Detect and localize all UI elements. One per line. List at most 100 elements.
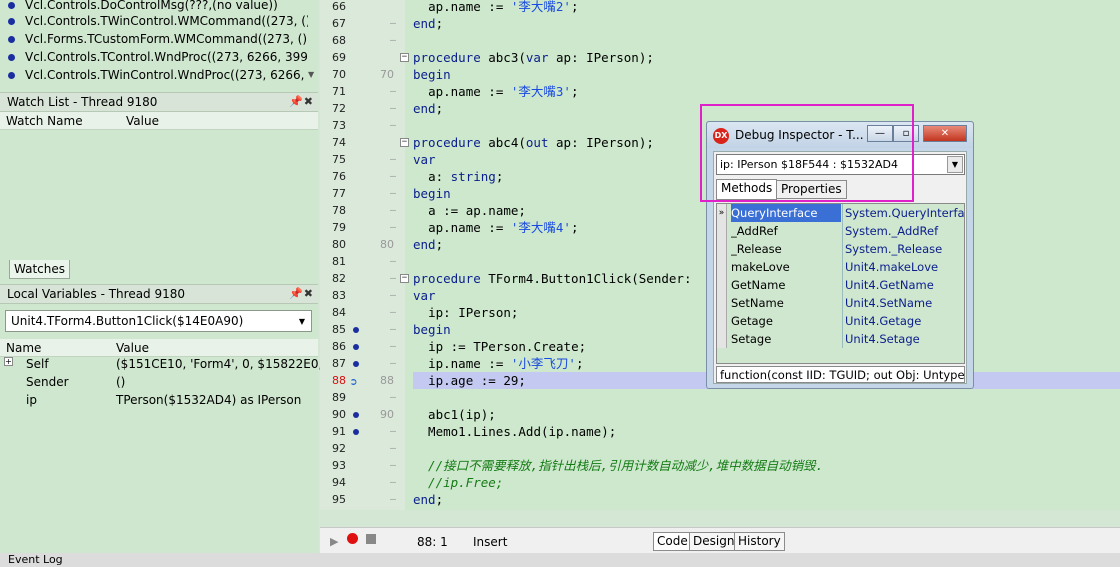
method-value: System._AddRef — [842, 222, 964, 240]
code-line[interactable]: 68 – — [320, 32, 1120, 49]
method-row[interactable]: _Release System._Release — [717, 240, 964, 258]
tab-watches[interactable]: Watches — [9, 260, 70, 279]
gutter-dash: – — [390, 188, 397, 199]
pin-close-icon[interactable]: 📌✖ — [289, 95, 314, 108]
fold-icon[interactable]: − — [400, 274, 409, 283]
stack-frame-icon — [8, 72, 15, 79]
chevron-down-icon[interactable]: ▼ — [947, 156, 963, 173]
tab-design[interactable]: Design — [689, 532, 739, 551]
gutter-dash: – — [390, 426, 397, 437]
code-text: var — [413, 288, 436, 303]
methods-grid[interactable]: » QueryInterface System.QueryInterface _Add… — [716, 203, 965, 364]
code-line[interactable]: 94 – //ip.Free; — [320, 474, 1120, 491]
code-text: var — [413, 152, 436, 167]
expression-select[interactable]: ip: IPerson $18F544 : $1532AD4 ▼ — [716, 154, 965, 175]
method-row[interactable]: Getage Unit4.Getage — [717, 312, 964, 330]
call-stack-item[interactable]: Vcl.Controls.TWinControl.WMCommand((273,… — [0, 11, 308, 31]
scroll-down-icon[interactable]: ▼ — [308, 70, 314, 79]
code-text: ap.name := '李大嘴2'; — [428, 0, 579, 14]
fold-icon[interactable]: − — [400, 53, 409, 62]
pin-close-icon[interactable]: 📌✖ — [289, 287, 314, 300]
line-number: 81 — [332, 255, 346, 268]
close-button[interactable]: ✕ — [923, 125, 967, 142]
method-row[interactable]: makeLove Unit4.makeLove — [717, 258, 964, 276]
method-value: System._Release — [842, 240, 964, 258]
maximize-button[interactable]: ▫ — [893, 125, 919, 142]
debug-inspector-window[interactable]: DX Debug Inspector - T... — ▫ ✕ ip: IPer… — [706, 121, 974, 389]
local-vars-frame-select[interactable]: Unit4.TForm4.Button1Click($14E0A90) ▼ — [5, 310, 312, 332]
col-name[interactable]: Name — [6, 341, 41, 355]
code-text: abc1(ip); — [413, 407, 496, 422]
method-value: Unit4.GetName — [842, 276, 964, 294]
method-row[interactable]: Setage Unit4.Setage — [717, 330, 964, 348]
stop-icon[interactable] — [366, 534, 376, 544]
row-indicator-icon — [717, 294, 727, 312]
gutter-dash: – — [390, 307, 397, 318]
breakpoint-dot-icon[interactable] — [353, 361, 359, 367]
tab-properties[interactable]: Properties — [776, 180, 847, 199]
code-line[interactable]: 67 – end; — [320, 15, 1120, 32]
code-line[interactable]: 66 ap.name := '李大嘴2'; — [320, 0, 1120, 15]
debug-inspector-titlebar[interactable]: DX Debug Inspector - T... — ▫ ✕ — [707, 122, 973, 148]
line-number: 93 — [332, 459, 346, 472]
col-value[interactable]: Value — [116, 341, 149, 355]
breakpoint-dot-icon[interactable] — [353, 344, 359, 350]
method-row[interactable]: » QueryInterface System.QueryInterface — [717, 204, 964, 222]
code-line[interactable]: 71 – ap.name := '李大嘴3'; — [320, 83, 1120, 100]
local-var-row[interactable]: ip TPerson($1532AD4) as IPerson — [0, 392, 318, 410]
breakpoint-dot-icon[interactable] — [353, 412, 359, 418]
expand-icon[interactable]: + — [4, 357, 13, 366]
col-watch-value[interactable]: Value — [126, 114, 159, 128]
code-text: end; — [413, 492, 444, 507]
gutter-dash: – — [390, 324, 397, 335]
watch-list-header: Watch Name Value — [0, 112, 318, 130]
breakpoint-icon[interactable] — [347, 533, 358, 544]
fold-icon[interactable]: − — [400, 138, 409, 147]
code-line[interactable]: 91 – Memo1.Lines.Add(ip.name); — [320, 423, 1120, 440]
tab-history[interactable]: History — [734, 532, 785, 551]
cursor-position: 88: 1 — [417, 535, 448, 549]
line-number: 72 — [332, 102, 346, 115]
local-var-row[interactable]: + Self ($151CE10, 'Form4', 0, $15822E0, … — [0, 356, 356, 374]
call-stack-item[interactable]: Vcl.Controls.TControl.WndProc((273, 6266… — [0, 47, 308, 67]
left-panel: Vcl.Controls.DoControlMsg(???,(no value)… — [0, 0, 356, 567]
code-line[interactable]: 69 − procedure abc3(var ap: IPerson); — [320, 49, 1120, 66]
original-line-number: 70 — [380, 68, 394, 81]
call-stack-item[interactable]: Vcl.Forms.TCustomForm.WMCommand((273, ()… — [0, 29, 308, 49]
watch-list-caption: Watch List - Thread 9180 📌✖ — [0, 92, 318, 112]
method-value: Unit4.SetName — [842, 294, 964, 312]
method-row[interactable]: SetName Unit4.SetName — [717, 294, 964, 312]
line-number: 90 — [332, 408, 346, 421]
status-bar: ▶ 88: 1 Insert Code Design History — [320, 527, 1120, 553]
minimize-button[interactable]: — — [867, 125, 893, 142]
local-var-row[interactable]: Sender () — [0, 374, 318, 392]
code-text: //接口不需要释放,指针出栈后,引用计数自动减少,堆中数据自动销毁. — [413, 458, 824, 473]
tab-methods[interactable]: Methods — [716, 179, 778, 200]
code-line[interactable]: 93 – //接口不需要释放,指针出栈后,引用计数自动减少,堆中数据自动销毁. — [320, 457, 1120, 474]
gutter-dash: – — [390, 358, 397, 369]
method-name: Getage — [731, 314, 773, 328]
original-line-number: 88 — [380, 374, 394, 387]
gutter-dash: – — [390, 103, 397, 114]
col-watch-name[interactable]: Watch Name — [6, 114, 83, 128]
method-row[interactable]: GetName Unit4.GetName — [717, 276, 964, 294]
call-stack-item[interactable]: Vcl.Controls.TWinControl.WndProc((273, 6… — [0, 65, 308, 85]
code-line[interactable]: 92 – — [320, 440, 1120, 457]
gutter-dash: – — [390, 392, 397, 403]
chevron-down-icon[interactable]: ▼ — [299, 317, 305, 326]
tab-code[interactable]: Code — [653, 532, 692, 551]
code-text: Memo1.Lines.Add(ip.name); — [413, 424, 617, 439]
code-line[interactable]: 70 70 begin — [320, 66, 1120, 83]
row-indicator-icon — [717, 240, 727, 258]
code-line[interactable]: 90 90 abc1(ip); — [320, 406, 1120, 423]
method-row[interactable]: _AddRef System._AddRef — [717, 222, 964, 240]
code-line[interactable]: 72 – end; — [320, 100, 1120, 117]
original-line-number: 80 — [380, 238, 394, 251]
run-icon[interactable]: ▶ — [330, 535, 338, 548]
code-line[interactable]: 95 – end; — [320, 491, 1120, 508]
breakpoint-dot-icon[interactable] — [353, 327, 359, 333]
event-log-strip[interactable]: Event Log — [0, 553, 1120, 567]
line-number: 88 — [332, 374, 346, 387]
code-line[interactable]: 89 – — [320, 389, 1120, 406]
breakpoint-dot-icon[interactable] — [353, 429, 359, 435]
